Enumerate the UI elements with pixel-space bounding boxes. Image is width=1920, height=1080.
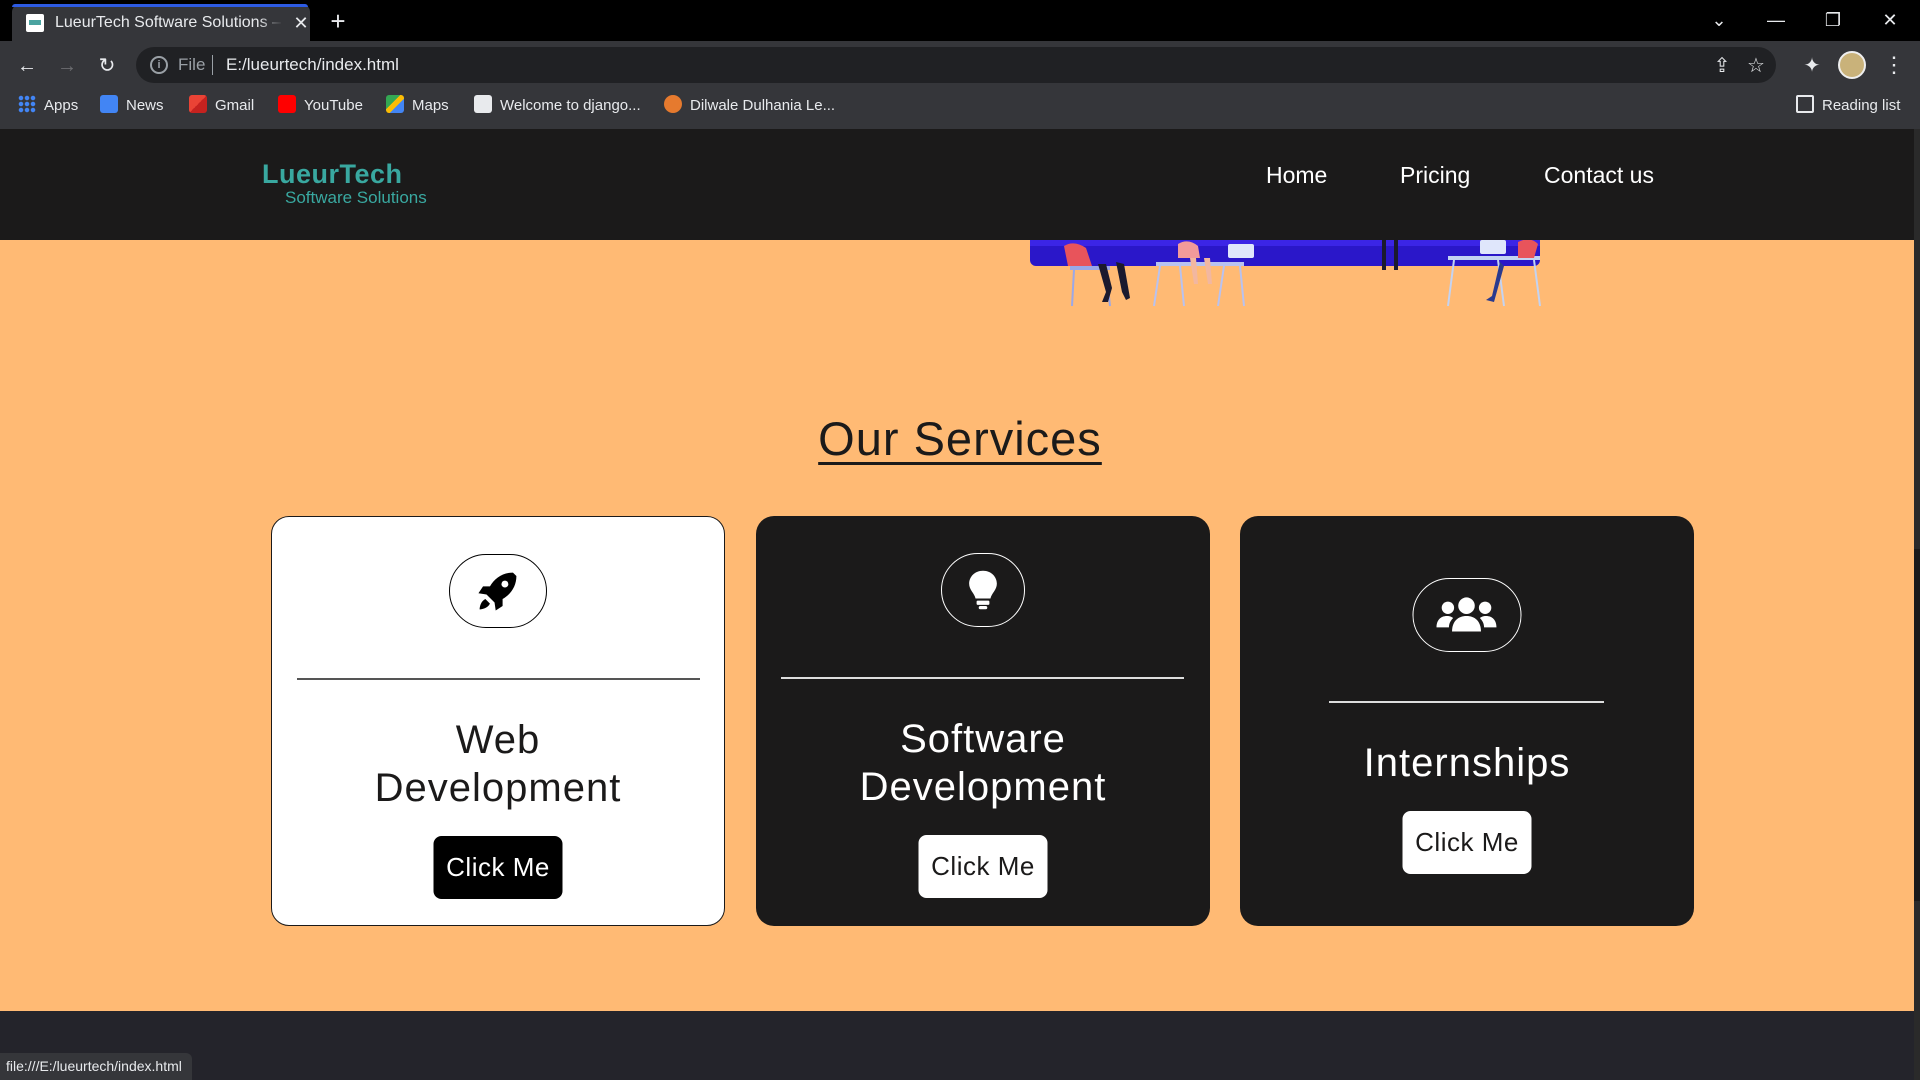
reload-button[interactable]: ↻	[92, 51, 122, 81]
site-favicon-icon	[26, 14, 44, 32]
card-title-line: Web	[455, 718, 541, 762]
apps-grid-icon	[18, 95, 36, 114]
restore-button[interactable]: ❐	[1805, 0, 1861, 40]
card-divider	[297, 678, 700, 680]
page-viewport: LueurTech Software Solutions Home Pricin…	[0, 129, 1920, 1080]
maps-icon	[386, 95, 404, 114]
card-title-line: Development	[374, 766, 622, 810]
youtube-icon	[278, 95, 296, 114]
extensions-icon[interactable]: ✦	[1800, 54, 1824, 78]
card-title-line: Development	[859, 765, 1107, 809]
google-news-icon	[100, 95, 118, 114]
lightbulb-icon	[969, 570, 997, 610]
bookmark-youtube[interactable]: YouTube	[278, 89, 363, 123]
forward-button[interactable]: →	[52, 51, 82, 81]
logo-tagline: Software Solutions	[285, 188, 427, 207]
rocket-icon-badge	[449, 554, 547, 628]
service-card-internships: Internships Click Me	[1240, 516, 1694, 926]
software-development-click-button[interactable]: Click Me	[918, 835, 1048, 898]
card-divider	[1329, 701, 1604, 703]
movie-icon	[664, 95, 682, 114]
minimize-button[interactable]: —	[1748, 0, 1804, 40]
card-divider	[781, 677, 1184, 679]
bookmark-label: News	[126, 97, 164, 114]
tab-search-icon[interactable]: ⌄	[1691, 0, 1747, 40]
django-icon	[474, 95, 492, 114]
footer-section	[0, 1011, 1920, 1080]
back-button[interactable]: ←	[12, 51, 42, 81]
tab-close-icon[interactable]: ✕	[290, 12, 312, 34]
web-development-click-button[interactable]: Click Me	[433, 836, 563, 899]
nav-contact-link[interactable]: Contact us	[1544, 162, 1654, 189]
internships-click-button[interactable]: Click Me	[1402, 811, 1532, 874]
reading-list-icon	[1796, 95, 1814, 114]
url-scheme-label: File	[178, 55, 206, 74]
nav-home-link[interactable]: Home	[1266, 162, 1327, 189]
scrollbar-thumb[interactable]	[1914, 549, 1920, 901]
bookmark-ddlj[interactable]: Dilwale Dulhania Le...	[664, 89, 835, 123]
tab-strip: LueurTech Software Solutions – Index ✕ +…	[0, 0, 1920, 41]
reading-list-label: Reading list	[1822, 97, 1901, 114]
new-tab-button[interactable]: +	[324, 8, 352, 36]
site-info-icon[interactable]: i	[150, 56, 168, 74]
profile-avatar[interactable]	[1838, 51, 1866, 79]
bookmark-star-icon[interactable]: ☆	[1744, 54, 1768, 78]
lightbulb-icon-badge	[941, 553, 1025, 627]
url-text[interactable]: E:/lueurtech/index.html	[226, 55, 399, 75]
services-heading: Our Services	[0, 411, 1920, 466]
gmail-icon	[189, 95, 207, 114]
bookmarks-bar: Apps News Gmail YouTube Maps Welcome to …	[0, 89, 1920, 129]
tab-loading-bar	[12, 4, 308, 7]
service-card-web-development: Web Development Click Me	[271, 516, 725, 926]
logo-name: LueurTech	[262, 159, 403, 189]
bookmark-label: Apps	[44, 97, 79, 114]
bookmark-django[interactable]: Welcome to django...	[474, 89, 641, 123]
hero-office-illustration	[1030, 240, 1541, 307]
url-separator	[212, 55, 213, 75]
bookmark-news[interactable]: News	[100, 89, 164, 123]
users-icon	[1436, 597, 1497, 632]
browser-toolbar: ← → ↻ i File E:/lueurtech/index.html ⇪ ☆…	[0, 41, 1920, 89]
reading-list-button[interactable]: Reading list	[1796, 89, 1900, 123]
card-title: Web Development	[272, 716, 724, 812]
bookmark-label: Dilwale Dulhania Le...	[690, 97, 836, 114]
users-icon-badge	[1412, 578, 1522, 652]
share-icon[interactable]: ⇪	[1710, 54, 1734, 78]
card-title: Software Development	[756, 715, 1210, 811]
bookmark-label: Maps	[412, 97, 449, 114]
browser-menu-icon[interactable]: ⋮	[1880, 50, 1908, 80]
bookmark-label: YouTube	[304, 97, 363, 114]
window-close-button[interactable]: ✕	[1862, 0, 1918, 40]
card-title-line: Software	[900, 717, 1066, 761]
card-title-line: Internships	[1363, 741, 1571, 785]
bookmark-maps[interactable]: Maps	[386, 89, 449, 123]
rocket-icon	[478, 572, 517, 611]
bookmark-label: Welcome to django...	[500, 97, 641, 114]
bookmark-gmail[interactable]: Gmail	[189, 89, 254, 123]
service-card-software-development: Software Development Click Me	[756, 516, 1210, 926]
bookmark-apps[interactable]: Apps	[18, 89, 78, 123]
bookmark-label: Gmail	[215, 97, 255, 114]
address-bar[interactable]: i File E:/lueurtech/index.html ⇪ ☆	[136, 47, 1776, 83]
services-heading-text: Our Services	[818, 412, 1102, 465]
card-title: Internships	[1240, 739, 1694, 787]
tab-title: LueurTech Software Solutions – Index	[55, 14, 283, 32]
site-logo[interactable]: LueurTech Software Solutions	[262, 159, 427, 208]
nav-pricing-link[interactable]: Pricing	[1400, 162, 1470, 189]
browser-tab[interactable]: LueurTech Software Solutions – Index ✕	[12, 4, 310, 41]
site-navbar: LueurTech Software Solutions Home Pricin…	[0, 129, 1920, 240]
status-url-bubble: file:///E:/lueurtech/index.html	[0, 1053, 192, 1080]
